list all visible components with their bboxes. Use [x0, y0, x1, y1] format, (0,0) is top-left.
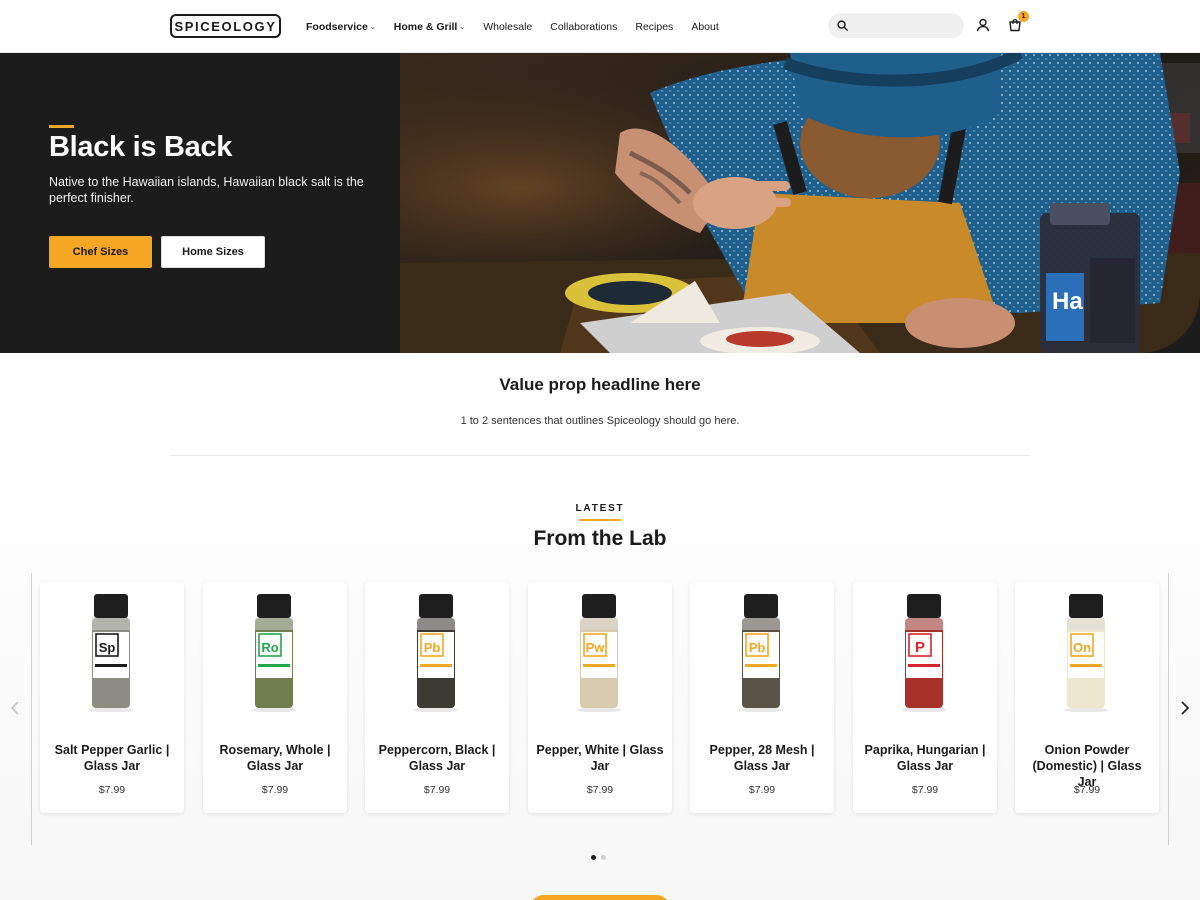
nav-about[interactable]: About: [691, 21, 718, 33]
carousel-next-button[interactable]: [1175, 698, 1195, 718]
chevron-down-icon: ⌄: [459, 23, 466, 31]
product-price: $7.99: [586, 784, 614, 796]
product-jar-image: Pw: [577, 594, 621, 712]
main-nav: Foodservice ⌄ Home & Grill ⌄ Wholesale Col…: [306, 0, 737, 53]
jar-symbol: Pb: [749, 640, 766, 655]
chevron-right-icon: [1181, 701, 1189, 715]
jar-symbol: Ha: [1052, 288, 1083, 315]
hero-banner: Black is Back Native to the Hawaiian isl…: [0, 53, 1200, 353]
hero-text: Native to the Hawaiian islands, Hawaiian…: [49, 175, 364, 205]
product-price: $7.99: [261, 784, 289, 796]
cart-count-badge: 1: [1018, 11, 1029, 22]
nav-label: Home & Grill: [393, 20, 458, 33]
product-card[interactable]: On Onion Powder (Domestic) | Glass Jar $7.…: [1015, 582, 1159, 813]
account-button[interactable]: [972, 14, 994, 36]
nav-recipes[interactable]: Recipes: [635, 21, 673, 33]
jar-symbol: Ro: [261, 640, 278, 655]
search-input[interactable]: [854, 19, 954, 32]
product-name[interactable]: Salt Pepper Garlic | Glass Jar: [48, 742, 176, 774]
jar-symbol: P: [915, 639, 925, 656]
nav-label: Wholesale: [483, 20, 533, 33]
product-name[interactable]: Onion Powder (Domestic) | Glass Jar: [1023, 742, 1151, 790]
product-name[interactable]: Peppercorn, Black | Glass Jar: [373, 742, 501, 774]
carousel-dot[interactable]: [601, 855, 606, 860]
search-bar[interactable]: [828, 13, 964, 38]
product-price: $7.99: [1073, 784, 1101, 796]
product-card[interactable]: Sp Salt Pepper Garlic | Glass Jar $7.99: [40, 582, 184, 813]
section-eyebrow: LATEST: [575, 503, 625, 514]
logo[interactable]: SPICEOLOGY: [170, 14, 281, 38]
product-price: $7.99: [748, 784, 776, 796]
product-jar-image: Pb: [739, 594, 783, 712]
product-name[interactable]: Paprika, Hungarian | Glass Jar: [861, 742, 989, 774]
carousel-prev-button[interactable]: [5, 698, 25, 718]
product-price: $7.99: [423, 784, 451, 796]
eyebrow-underline: [579, 519, 621, 521]
nav-foodservice[interactable]: Foodservice ⌄: [306, 21, 376, 33]
value-prop-text: 1 to 2 sentences that outlines Spiceolog…: [460, 415, 740, 427]
product-price: $7.99: [911, 784, 939, 796]
nav-label: About: [691, 20, 719, 33]
chef-photo: Ha: [400, 53, 1200, 353]
product-jar-image: P: [902, 594, 946, 712]
chevron-left-icon: [11, 701, 19, 715]
product-price: $7.99: [98, 784, 126, 796]
carousel-dots: [591, 855, 611, 860]
hero-title: Black is Back: [49, 131, 233, 163]
section-title: From the Lab: [533, 527, 667, 550]
carousel-dot[interactable]: [591, 855, 596, 860]
product-jar-image: Pb: [414, 594, 458, 712]
product-jar-image: Sp: [89, 594, 133, 712]
product-jar-image: Ro: [252, 594, 296, 712]
carousel-edge-left: [31, 573, 32, 845]
jar-symbol: On: [1073, 640, 1091, 655]
product-card[interactable]: Pb Pepper, 28 Mesh | Glass Jar $7.99: [690, 582, 834, 813]
product-card[interactable]: P Paprika, Hungarian | Glass Jar $7.99: [853, 582, 997, 813]
user-icon: [976, 18, 990, 32]
product-card[interactable]: Ro Rosemary, Whole | Glass Jar $7.99: [203, 582, 347, 813]
product-name[interactable]: Rosemary, Whole | Glass Jar: [211, 742, 339, 774]
nav-label: Recipes: [635, 20, 674, 33]
nav-collaborations[interactable]: Collaborations: [550, 21, 617, 33]
chevron-down-icon: ⌄: [369, 23, 376, 31]
cart-button[interactable]: 1: [1004, 11, 1029, 36]
jar-symbol: Pb: [424, 640, 441, 655]
shop-button[interactable]: [529, 895, 671, 900]
jar-symbol: Sp: [99, 640, 116, 655]
nav-wholesale[interactable]: Wholesale: [483, 21, 532, 33]
product-name[interactable]: Pepper, White | Glass Jar: [536, 742, 664, 774]
nav-label: Collaborations: [550, 20, 618, 33]
home-sizes-button[interactable]: Home Sizes: [161, 236, 265, 268]
site-header: SPICEOLOGY Foodservice ⌄ Home & Grill ⌄ Wh…: [0, 0, 1200, 53]
hero-accent-bar: [49, 125, 74, 128]
nav-home-grill[interactable]: Home & Grill ⌄: [394, 21, 465, 33]
product-card[interactable]: Pw Pepper, White | Glass Jar $7.99: [528, 582, 672, 813]
hero-image: Ha: [400, 53, 1200, 353]
jar-symbol: Pw: [586, 640, 606, 655]
product-jar-image: On: [1064, 594, 1108, 712]
nav-label: Foodservice: [306, 20, 368, 33]
product-name[interactable]: Pepper, 28 Mesh | Glass Jar: [698, 742, 826, 774]
product-card[interactable]: Pb Peppercorn, Black | Glass Jar $7.99: [365, 582, 509, 813]
value-prop-title: Value prop headline here: [499, 375, 701, 394]
chef-sizes-button[interactable]: Chef Sizes: [49, 236, 152, 268]
carousel-edge-right: [1168, 573, 1169, 845]
search-icon: [837, 20, 848, 31]
